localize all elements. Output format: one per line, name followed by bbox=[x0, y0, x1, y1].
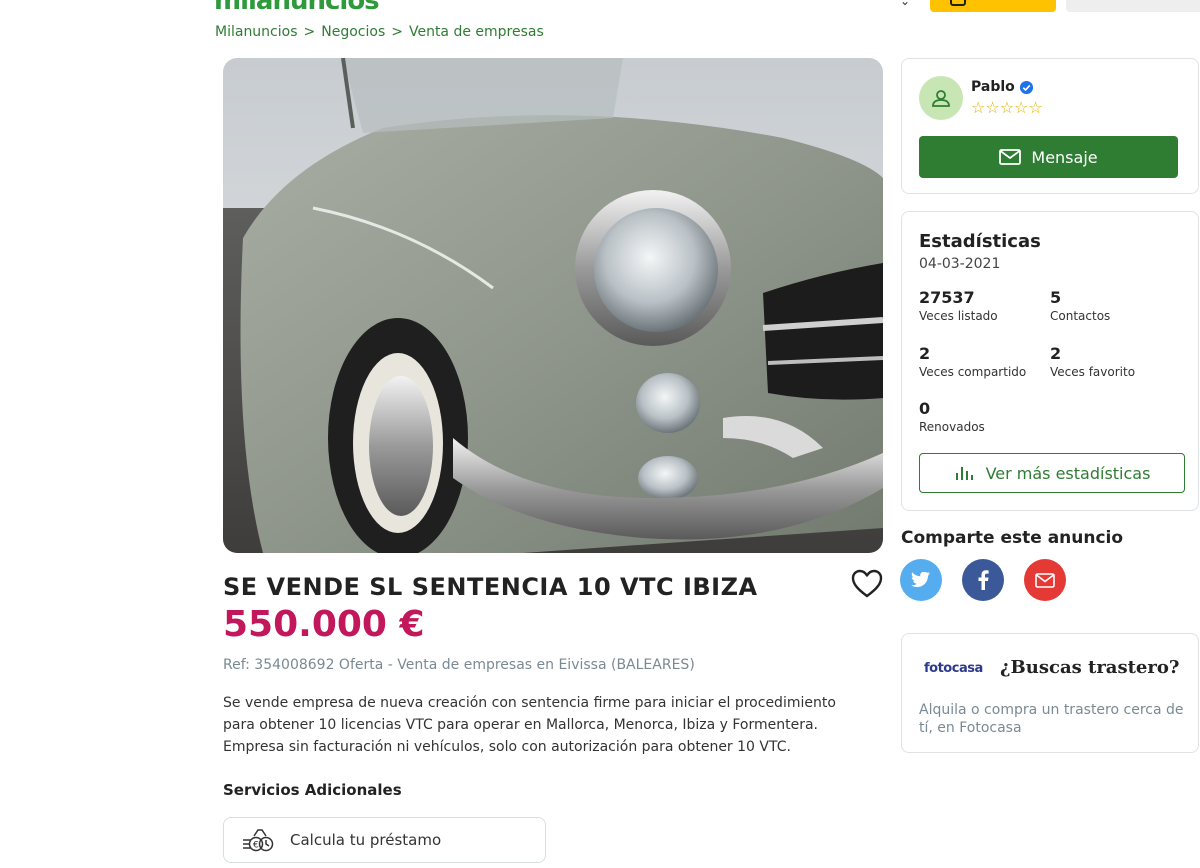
fotocasa-ad[interactable]: fotocasa ¿Buscas trastero? Alquila o com… bbox=[901, 633, 1199, 753]
milanuncios-logo[interactable]: milanuncios bbox=[214, 0, 380, 16]
breadcrumb-item-home[interactable]: Milanuncios bbox=[215, 24, 298, 40]
stat-veces-listado: 27537 Veces listado bbox=[919, 288, 998, 323]
stat-contactos: 5 Contactos bbox=[1050, 288, 1110, 323]
stat-label: Veces compartido bbox=[919, 365, 1027, 379]
verified-badge-icon bbox=[1019, 80, 1033, 94]
breadcrumb-separator: > bbox=[391, 24, 403, 40]
stat-label: Contactos bbox=[1050, 309, 1111, 323]
stat-renovados: 0 Renovados bbox=[919, 399, 985, 434]
heart-icon bbox=[851, 569, 883, 598]
svg-text:€: € bbox=[253, 841, 259, 851]
seller-rating-stars: ☆☆☆☆☆ bbox=[971, 98, 1043, 117]
breadcrumb-separator: > bbox=[303, 24, 316, 40]
stat-label: Veces listado bbox=[919, 309, 998, 323]
stat-veces-compartido: 2 Veces compartido bbox=[919, 344, 1026, 379]
services-heading: Servicios Adicionales bbox=[223, 781, 402, 799]
bag-icon bbox=[950, 0, 966, 6]
facebook-icon bbox=[978, 570, 989, 590]
stat-value: 27537 bbox=[919, 288, 975, 307]
fotocasa-logo: fotocasa bbox=[924, 661, 983, 676]
stat-veces-favorito: 2 Veces favorito bbox=[1050, 344, 1135, 379]
header-icon[interactable]: ⌄ bbox=[900, 0, 914, 8]
listing-description: Se vende empresa de nueva creación con s… bbox=[223, 695, 836, 755]
envelope-icon bbox=[999, 149, 1022, 165]
publish-button[interactable] bbox=[930, 0, 1056, 12]
twitter-icon bbox=[911, 571, 930, 587]
breadcrumb-item-negocios[interactable]: Negocios bbox=[321, 24, 385, 40]
share-facebook-button[interactable] bbox=[962, 559, 1004, 601]
stat-value: 2 bbox=[1050, 344, 1062, 363]
loan-calculator-icon: € bbox=[243, 829, 274, 852]
seller-card: Pablo ☆☆☆☆☆ Mensaje bbox=[901, 58, 1199, 194]
message-button[interactable]: Mensaje bbox=[919, 136, 1178, 178]
stat-value: 0 bbox=[919, 399, 931, 418]
envelope-icon bbox=[1035, 572, 1055, 588]
loan-calculator-button[interactable]: € Calcula tu préstamo bbox=[223, 817, 546, 863]
avatar[interactable] bbox=[919, 76, 963, 120]
statistics-heading: Estadísticas bbox=[919, 231, 1041, 252]
stat-label: Veces favorito bbox=[1050, 365, 1136, 379]
listing-ref: Ref: 354008692 Oferta - Venta de empresa… bbox=[223, 657, 695, 673]
breadcrumb-item-venta-empresas[interactable]: Venta de empresas bbox=[409, 24, 544, 40]
statistics-card: Estadísticas 04-03-2021 27537 Veces list… bbox=[901, 211, 1199, 511]
listing-title: SE VENDE SL SENTENCIA 10 VTC IBIZA bbox=[223, 573, 758, 601]
bar-chart-icon bbox=[955, 467, 973, 480]
ad-title: ¿Buscas trastero? bbox=[1000, 657, 1180, 678]
favorite-button[interactable] bbox=[850, 568, 884, 600]
statistics-date: 04-03-2021 bbox=[919, 256, 1001, 272]
loan-calculator-label: Calcula tu préstamo bbox=[290, 831, 442, 849]
stat-value: 5 bbox=[1050, 288, 1062, 307]
stat-value: 2 bbox=[919, 344, 931, 363]
listing-price: 550.000 € bbox=[223, 604, 425, 645]
message-button-label: Mensaje bbox=[1031, 147, 1098, 167]
share-heading: Comparte este anuncio bbox=[901, 528, 1124, 548]
listing-photo[interactable] bbox=[223, 58, 883, 553]
seller-name[interactable]: Pablo bbox=[971, 79, 1034, 95]
seller-name-label: Pablo bbox=[971, 79, 1015, 95]
share-twitter-button[interactable] bbox=[900, 559, 942, 601]
user-icon bbox=[932, 90, 950, 107]
breadcrumb: Milanuncios > Negocios > Venta de empres… bbox=[215, 24, 544, 40]
stat-label: Renovados bbox=[919, 420, 985, 434]
share-email-button[interactable] bbox=[1024, 559, 1066, 601]
more-statistics-label: Ver más estadísticas bbox=[985, 463, 1151, 483]
ad-text: Alquila o compra un trastero cerca de tí… bbox=[919, 702, 1184, 736]
more-statistics-button[interactable]: Ver más estadísticas bbox=[919, 453, 1185, 493]
account-button[interactable] bbox=[1066, 0, 1200, 12]
